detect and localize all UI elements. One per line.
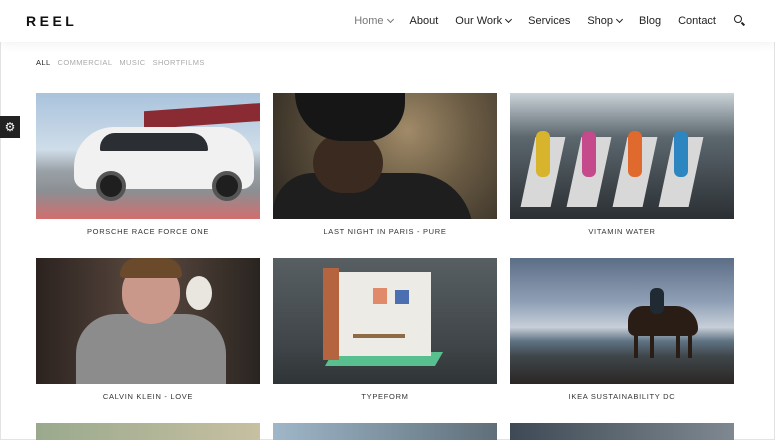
thumb-shape — [295, 93, 405, 141]
thumb-shape — [100, 133, 208, 151]
portfolio-title[interactable]: TYPEFORM — [273, 392, 497, 401]
portfolio-thumbnail[interactable] — [510, 258, 734, 384]
thumb-shape — [353, 334, 405, 338]
portfolio-item-paris[interactable]: LAST NIGHT IN PARIS - PURE — [273, 93, 497, 236]
thumb-shape — [628, 131, 642, 177]
portfolio-title[interactable]: CALVIN KLEIN - LOVE — [36, 392, 260, 401]
thumb-shape — [339, 272, 431, 356]
thumb-shape — [674, 131, 688, 177]
portfolio-thumbnail[interactable] — [510, 423, 734, 440]
portfolio-title[interactable]: VITAMIN WATER — [510, 227, 734, 236]
filter-shortfilms[interactable]: SHORTFILMS — [153, 58, 205, 67]
thumb-shape — [144, 102, 260, 130]
nav-item-contact[interactable]: Contact — [678, 15, 716, 27]
portfolio-thumbnail[interactable] — [36, 93, 260, 219]
nav-item-label: Contact — [678, 15, 716, 27]
filter-commercial[interactable]: COMMERCIAL — [58, 58, 113, 67]
portfolio-filters: ALL COMMERCIAL MUSIC SHORTFILMS — [36, 58, 212, 67]
gear-icon: ⚙ — [4, 120, 16, 134]
nav-item-label: Our Work — [455, 15, 503, 27]
thumb-shape — [186, 276, 212, 310]
nav-item-label: About — [409, 15, 439, 27]
chevron-down-icon — [616, 15, 624, 24]
nav-item-blog[interactable]: Blog — [639, 15, 661, 27]
thumb-shape — [650, 332, 654, 358]
portfolio-item-typeform[interactable]: TYPEFORM — [273, 258, 497, 401]
site-header: REEL Home About Our Work Services Shop B… — [0, 0, 775, 42]
portfolio-thumbnail[interactable] — [273, 258, 497, 384]
thumb-shape — [313, 133, 383, 193]
portfolio-thumbnail[interactable] — [273, 423, 497, 440]
portfolio-thumbnail[interactable] — [36, 258, 260, 384]
portfolio-title[interactable]: PORSCHE RACE FORCE ONE — [36, 227, 260, 236]
portfolio-item[interactable] — [36, 423, 260, 440]
thumb-shape — [688, 332, 692, 358]
nav-item-label: Blog — [639, 15, 662, 27]
portfolio-item-vitamin[interactable]: VITAMIN WATER — [510, 93, 734, 236]
nav-item-our-work[interactable]: Our Work — [455, 15, 513, 27]
search-icon-handle — [740, 21, 746, 26]
nav-item-label: Shop — [587, 15, 614, 27]
portfolio-item[interactable] — [510, 423, 734, 440]
filter-music[interactable]: MUSIC — [119, 58, 145, 67]
main-nav: Home About Our Work Services Shop Blog C… — [354, 0, 775, 42]
nav-item-about[interactable]: About — [410, 15, 439, 27]
site-logo[interactable]: REEL — [26, 13, 77, 29]
nav-item-label: Services — [528, 15, 571, 27]
portfolio-thumbnail[interactable] — [273, 93, 497, 219]
portfolio-item-calvin-klein[interactable]: CALVIN KLEIN - LOVE — [36, 258, 260, 401]
thumb-shape — [582, 131, 596, 177]
filter-all[interactable]: ALL — [36, 58, 51, 67]
nav-item-label: Home — [354, 15, 384, 27]
settings-toggle[interactable]: ⚙ — [0, 116, 20, 138]
thumb-shape — [395, 290, 409, 304]
thumb-shape — [373, 288, 387, 304]
portfolio-thumbnail[interactable] — [36, 423, 260, 440]
portfolio-title[interactable]: IKEA SUSTAINABILITY DC — [510, 392, 734, 401]
thumb-shape — [96, 171, 126, 201]
thumb-shape — [634, 332, 638, 358]
nav-item-services[interactable]: Services — [528, 15, 570, 27]
chevron-down-icon — [386, 15, 394, 24]
portfolio-title[interactable]: LAST NIGHT IN PARIS - PURE — [273, 227, 497, 236]
thumb-shape — [536, 131, 550, 177]
portfolio-item-porsche[interactable]: PORSCHE RACE FORCE ONE — [36, 93, 260, 236]
nav-item-home[interactable]: Home — [354, 15, 394, 27]
portfolio-item[interactable] — [273, 423, 497, 440]
thumb-shape — [676, 332, 680, 358]
thumb-shape — [76, 314, 226, 384]
nav-item-shop[interactable]: Shop — [587, 15, 624, 27]
thumb-shape — [212, 171, 242, 201]
search-icon[interactable] — [734, 15, 746, 27]
thumb-shape — [650, 288, 664, 314]
chevron-down-icon — [505, 15, 513, 24]
portfolio-item-ikea[interactable]: IKEA SUSTAINABILITY DC — [510, 258, 734, 401]
thumb-shape — [120, 258, 182, 278]
thumb-shape — [323, 268, 339, 360]
portfolio-thumbnail[interactable] — [510, 93, 734, 219]
